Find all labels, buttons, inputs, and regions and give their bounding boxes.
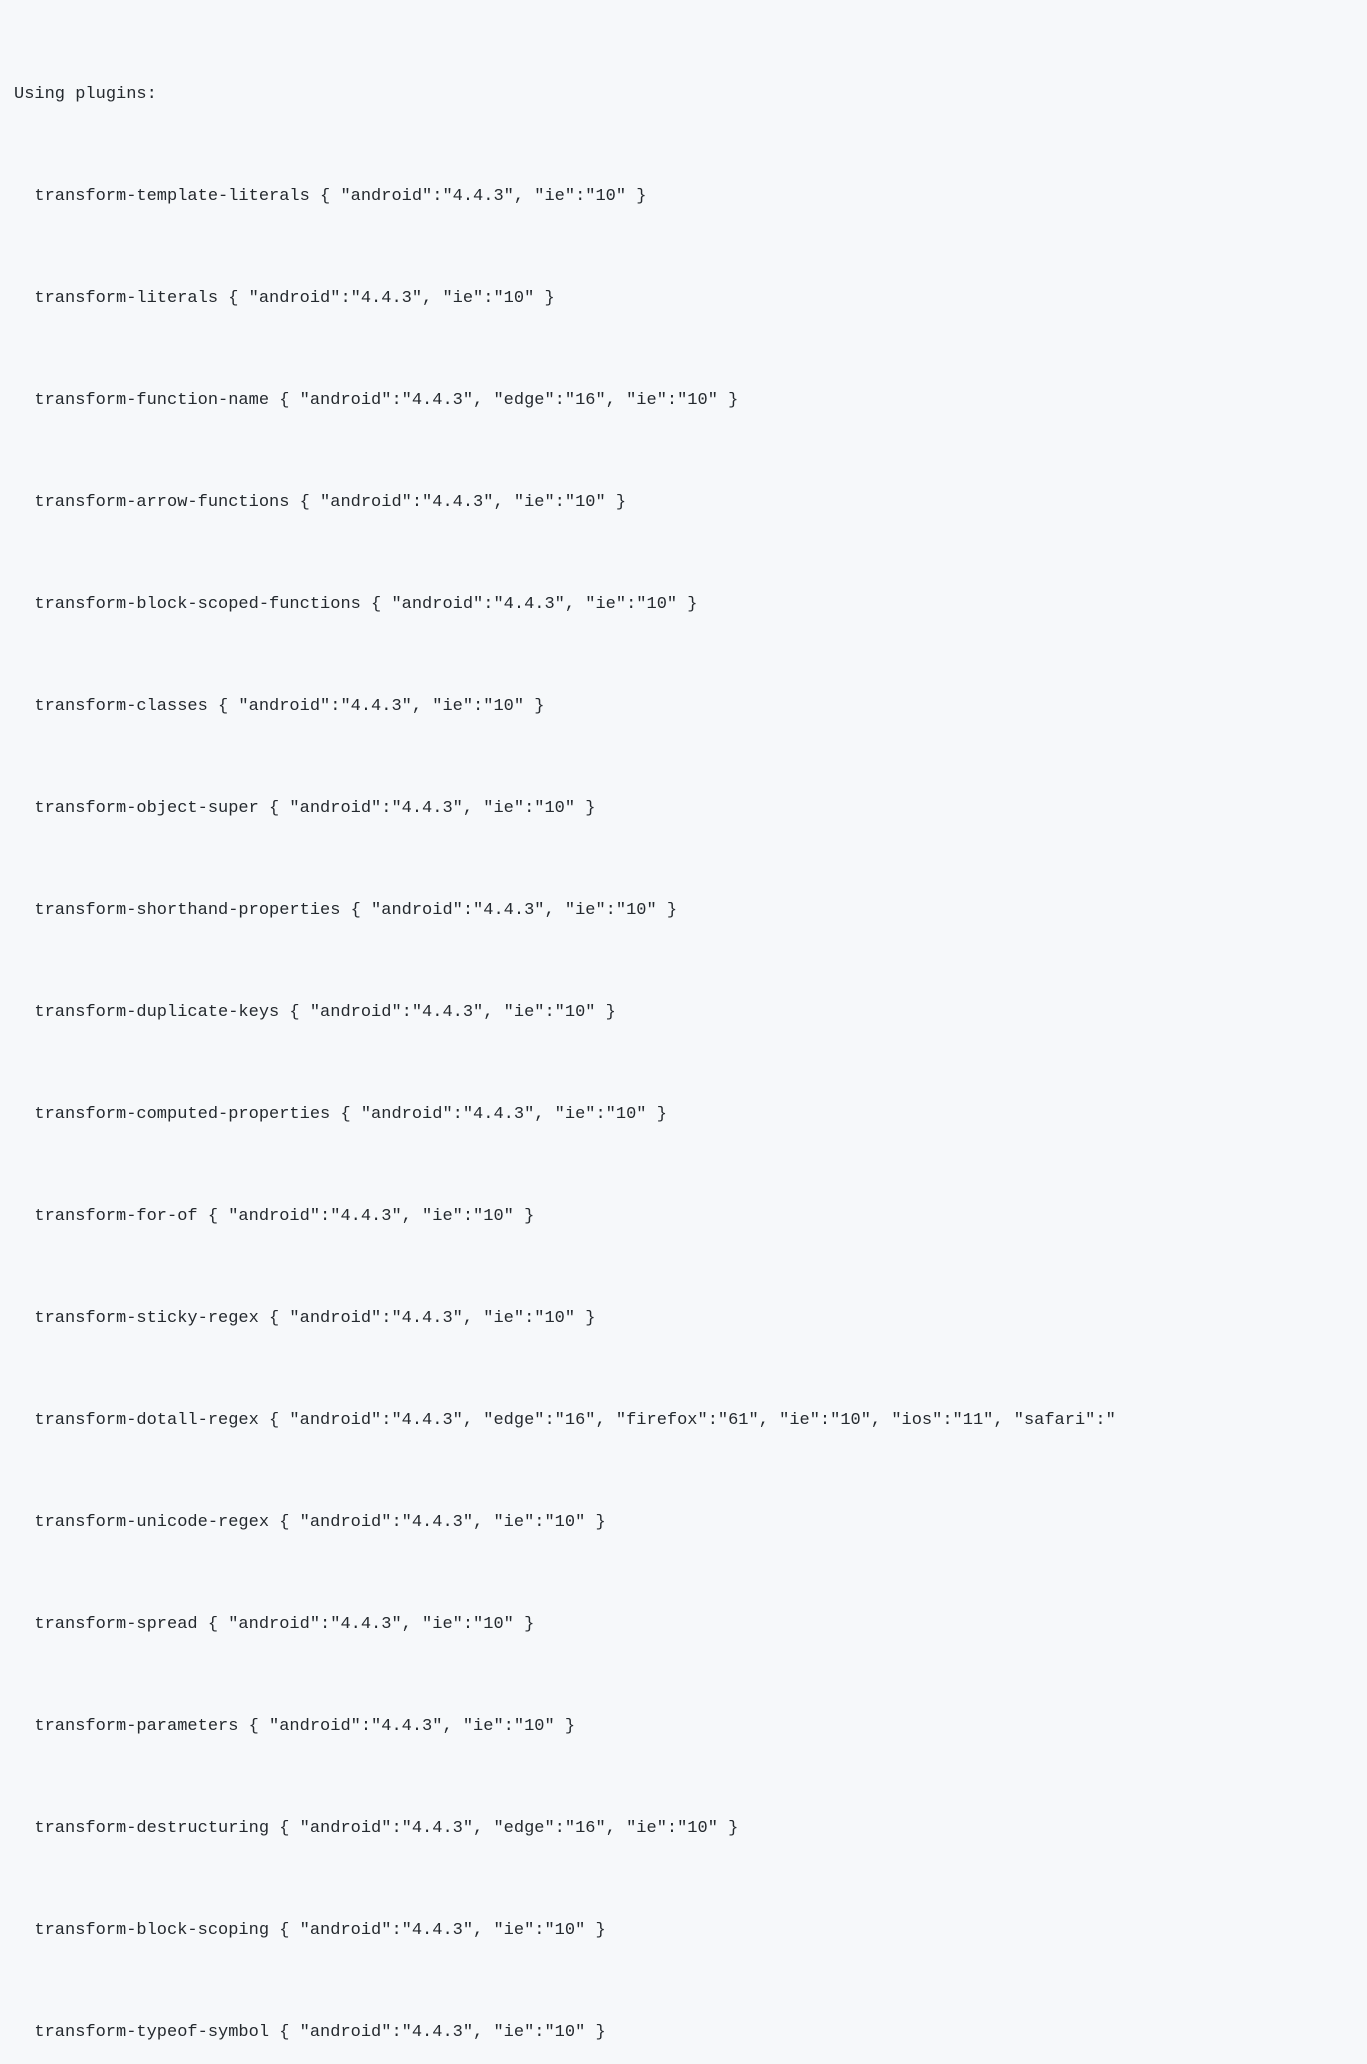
plugin-row: transform-shorthand-properties { "androi…: [14, 894, 1353, 928]
plugin-row: transform-for-of { "android":"4.4.3", "i…: [14, 1200, 1353, 1234]
plugin-row: transform-block-scoping { "android":"4.4…: [14, 1914, 1353, 1948]
plugin-row: transform-literals { "android":"4.4.3", …: [14, 282, 1353, 316]
plugin-row: transform-parameters { "android":"4.4.3"…: [14, 1710, 1353, 1744]
terminal-output: Using plugins: transform-template-litera…: [14, 10, 1353, 2064]
plugin-row: transform-arrow-functions { "android":"4…: [14, 486, 1353, 520]
plugin-row: transform-duplicate-keys { "android":"4.…: [14, 996, 1353, 1030]
plugin-row: transform-destructuring { "android":"4.4…: [14, 1812, 1353, 1846]
plugin-row: transform-spread { "android":"4.4.3", "i…: [14, 1608, 1353, 1642]
plugin-row: transform-object-super { "android":"4.4.…: [14, 792, 1353, 826]
plugin-row: transform-classes { "android":"4.4.3", "…: [14, 690, 1353, 724]
output-header: Using plugins:: [14, 78, 1353, 112]
plugin-row: transform-template-literals { "android":…: [14, 180, 1353, 214]
plugin-row: transform-sticky-regex { "android":"4.4.…: [14, 1302, 1353, 1336]
plugin-row: transform-function-name { "android":"4.4…: [14, 384, 1353, 418]
plugin-row: transform-computed-properties { "android…: [14, 1098, 1353, 1132]
plugin-row: transform-typeof-symbol { "android":"4.4…: [14, 2016, 1353, 2050]
plugin-row: transform-dotall-regex { "android":"4.4.…: [14, 1404, 1353, 1438]
plugin-row: transform-unicode-regex { "android":"4.4…: [14, 1506, 1353, 1540]
plugin-row: transform-block-scoped-functions { "andr…: [14, 588, 1353, 622]
